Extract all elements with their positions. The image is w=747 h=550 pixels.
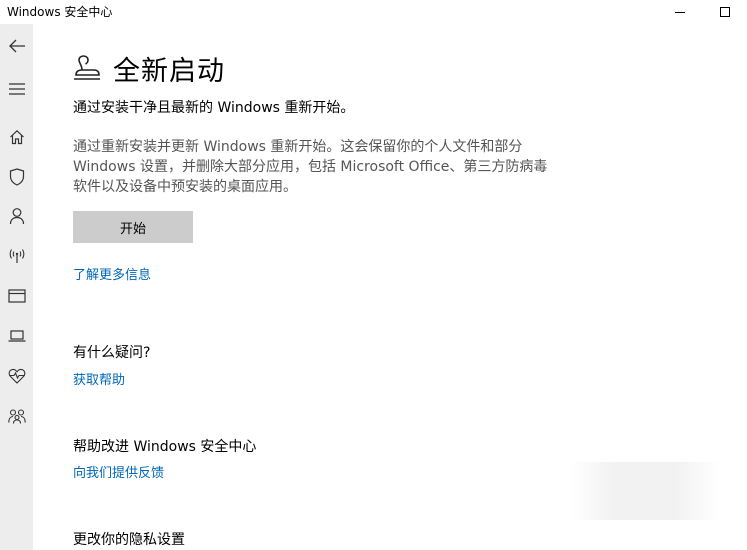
improve-heading: 帮助改进 Windows 安全中心 [73,439,257,455]
privacy-heading: 更改你的隐私设置 [73,532,185,548]
device-health-icon [8,368,25,384]
nav-home[interactable] [0,119,33,155]
navigation-rail [0,24,33,550]
nav-device-security[interactable] [0,318,33,354]
account-icon [9,208,24,225]
fresh-start-icon [74,55,100,80]
page-title: 全新启动 [113,55,225,87]
learn-more-link[interactable]: 了解更多信息 [73,264,151,283]
family-icon [7,409,26,424]
nav-family-options[interactable] [0,398,33,434]
get-help-link[interactable]: 获取帮助 [73,369,125,388]
nav-account-protection[interactable] [0,198,33,234]
home-icon [9,129,24,145]
start-button[interactable]: 开始 [73,211,193,243]
device-security-icon [8,330,25,342]
nav-virus-protection[interactable] [0,159,33,195]
nav-firewall-network[interactable] [0,238,33,274]
page-description: 通过重新安装并更新 Windows 重新开始。这会保留你的个人文件和部分 Win… [73,139,548,195]
back-button[interactable] [0,28,33,64]
shield-icon [9,168,24,186]
nav-app-browser-control[interactable] [0,278,33,314]
back-icon [8,39,25,53]
nav-device-health[interactable] [0,358,33,394]
menu-button[interactable] [0,71,33,107]
feedback-link[interactable]: 向我们提供反馈 [73,462,164,481]
menu-icon [8,83,25,95]
watermark-overlay [570,462,720,520]
app-window: Windows 安全中心 全新启动 通过安装干净且最新的 Windows 重新开… [0,0,747,550]
page-subtitle: 通过安装干净且最新的 Windows 重新开始。 [73,100,355,116]
app-browser-icon [7,289,26,303]
page-heading: 全新启动 [73,50,225,87]
network-icon [9,249,24,263]
help-heading: 有什么疑问? [73,345,151,361]
